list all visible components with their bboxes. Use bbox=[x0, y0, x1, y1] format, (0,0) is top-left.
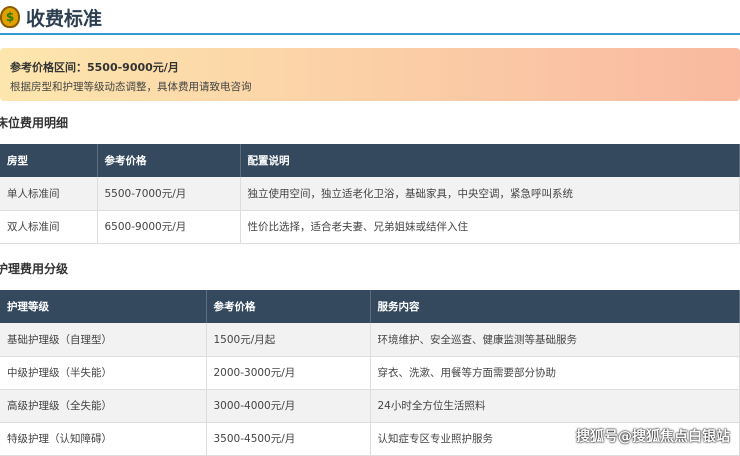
page-title: 收费标准 bbox=[26, 7, 103, 30]
money-bag-icon: $ bbox=[0, 6, 20, 28]
price: 1500元/月起 bbox=[206, 323, 371, 357]
column-header: 配置说明 bbox=[240, 144, 740, 177]
services: 24小时全方位生活照料 bbox=[370, 389, 740, 423]
care-level: 特级护理（认知障碍） bbox=[0, 422, 207, 456]
description: 性价比选择，适合老夫妻、兄弟姐妹或结伴入住 bbox=[240, 210, 740, 244]
price-range: 参考价格区间：5500-9000元/月 bbox=[10, 61, 179, 74]
price: 3500-4500元/月 bbox=[206, 422, 371, 456]
column-header: 参考价格 bbox=[97, 144, 241, 177]
description: 独立使用空间，独立适老化卫浴，基础家具，中央空调，紧急呼叫系统 bbox=[240, 177, 740, 211]
price-range-banner: 参考价格区间：5500-9000元/月 根据房型和护理等级动态调整，具体费用请致… bbox=[0, 48, 740, 101]
care-section-heading: 护理费用分级 bbox=[0, 262, 69, 276]
page-header: $ 收费标准 bbox=[0, 0, 102, 34]
column-header: 参考价格 bbox=[206, 290, 371, 323]
room-type: 单人标准间 bbox=[0, 177, 98, 211]
table-row: 基础护理级（自理型） 1500元/月起 环境维护、安全巡查、健康监测等基础服务 bbox=[0, 323, 740, 357]
services: 穿衣、洗漱、用餐等方面需要部分协助 bbox=[370, 356, 740, 390]
care-level: 基础护理级（自理型） bbox=[0, 323, 207, 357]
room-type: 双人标准间 bbox=[0, 210, 98, 244]
column-header: 服务内容 bbox=[370, 290, 740, 323]
price: 2000-3000元/月 bbox=[206, 356, 371, 390]
column-header: 护理等级 bbox=[0, 290, 207, 323]
divider bbox=[0, 33, 740, 35]
column-header: 房型 bbox=[0, 144, 98, 177]
watermark: 搜狐号@搜狐焦点白银站 bbox=[576, 429, 730, 445]
table-row: 双人标准间 6500-9000元/月 性价比选择，适合老夫妻、兄弟姐妹或结伴入住 bbox=[0, 210, 740, 244]
price: 5500-7000元/月 bbox=[97, 177, 241, 211]
bed-section-heading: 床位费用明细 bbox=[0, 116, 69, 130]
price: 6500-9000元/月 bbox=[97, 210, 241, 244]
price-note: 根据房型和护理等级动态调整，具体费用请致电咨询 bbox=[10, 81, 252, 93]
bed-fee-table: 房型 参考价格 配置说明 单人标准间 5500-7000元/月 独立使用空间，独… bbox=[0, 144, 740, 244]
services: 环境维护、安全巡查、健康监测等基础服务 bbox=[370, 323, 740, 357]
table-row: 中级护理级（半失能） 2000-3000元/月 穿衣、洗漱、用餐等方面需要部分协… bbox=[0, 356, 740, 390]
table-row: 单人标准间 5500-7000元/月 独立使用空间，独立适老化卫浴，基础家具，中… bbox=[0, 177, 740, 211]
table-row: 高级护理级（全失能） 3000-4000元/月 24小时全方位生活照料 bbox=[0, 389, 740, 423]
price: 3000-4000元/月 bbox=[206, 389, 371, 423]
care-level: 中级护理级（半失能） bbox=[0, 356, 207, 390]
care-level: 高级护理级（全失能） bbox=[0, 389, 207, 423]
